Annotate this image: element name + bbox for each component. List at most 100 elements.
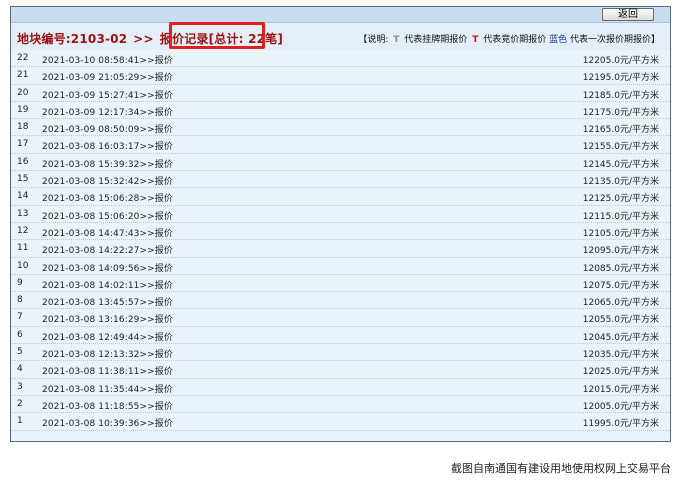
list-item: 9 2021-03-08 14:02:11>>报价 12075.0元/平方米 xyxy=(11,275,670,293)
bidding-description: 代表竞价期报价 xyxy=(483,35,547,45)
bid-time: 2021-03-08 15:39:32>>报价 xyxy=(42,159,173,170)
records-header: 地块编号:2103-02 >> 报价记录[总计: 22笔] 【说明: T 代表挂牌期… xyxy=(11,22,670,50)
highlight-box xyxy=(169,22,265,49)
list-item: 3 2021-03-08 11:35:44>>报价 12015.0元/平方米 xyxy=(11,379,670,396)
bid-index: 17 xyxy=(17,139,29,150)
bid-index: 15 xyxy=(17,174,29,185)
bid-price: 12095.0元/平方米 xyxy=(582,246,659,257)
bid-index: 11 xyxy=(17,243,29,254)
list-item: 12 2021-03-08 14:47:43>>报价 12105.0元/平方米 xyxy=(11,223,670,241)
bid-index: 14 xyxy=(17,191,29,202)
legend-prefix: 【说明: xyxy=(358,35,389,45)
bid-price: 12125.0元/平方米 xyxy=(582,194,659,205)
blue-label: 蓝色 xyxy=(549,35,568,45)
bid-index: 8 xyxy=(17,295,23,306)
bid-time: 2021-03-08 15:32:42>>报价 xyxy=(42,177,173,188)
bid-price: 12145.0元/平方米 xyxy=(582,159,659,170)
listing-marker-icon: T xyxy=(393,35,400,45)
bid-price: 11995.0元/平方米 xyxy=(582,419,659,430)
list-item: 10 2021-03-08 14:09:56>>报价 12085.0元/平方米 xyxy=(11,258,670,275)
list-item: 22 2021-03-10 08:58:41>>报价 12205.0元/平方米 xyxy=(11,50,670,68)
bid-index: 22 xyxy=(17,53,29,63)
bid-record-panel: 返回 地块编号:2103-02 >> 报价记录[总计: 22笔] 【说明: T 代表… xyxy=(10,6,671,442)
bid-index: 21 xyxy=(17,70,29,81)
bid-price: 12075.0元/平方米 xyxy=(582,280,659,291)
list-item: 21 2021-03-09 21:05:29>>报价 12195.0元/平方米 xyxy=(11,67,670,85)
list-item: 8 2021-03-08 13:45:57>>报价 12065.0元/平方米 xyxy=(11,292,670,310)
bid-time: 2021-03-08 14:47:43>>报价 xyxy=(42,228,173,239)
legend: 【说明: T 代表挂牌期报价 T 代表竞价期报价 蓝色 代表一次报价期报价】 xyxy=(358,32,660,45)
bid-index: 12 xyxy=(17,225,29,236)
bid-index: 9 xyxy=(17,277,23,288)
bid-time: 2021-03-08 14:22:27>>报价 xyxy=(42,246,173,257)
bid-time: 2021-03-08 11:35:44>>报价 xyxy=(42,384,173,395)
bid-index: 10 xyxy=(17,260,29,271)
list-item: 14 2021-03-08 15:06:28>>报价 12125.0元/平方米 xyxy=(11,188,670,206)
bid-time: 2021-03-08 12:13:32>>报价 xyxy=(42,350,173,361)
list-item: 4 2021-03-08 11:38:11>>报价 12025.0元/平方米 xyxy=(11,361,670,379)
list-item: 2 2021-03-08 11:18:55>>报价 12005.0元/平方米 xyxy=(11,396,670,414)
bid-price: 12135.0元/平方米 xyxy=(582,177,659,188)
bid-time: 2021-03-08 14:02:11>>报价 xyxy=(42,280,173,291)
source-caption: 截图自南通国有建设用地使用权网上交易平台 xyxy=(451,462,671,475)
bid-time: 2021-03-09 15:27:41>>报价 xyxy=(42,90,173,101)
list-item: 15 2021-03-08 15:32:42>>报价 12135.0元/平方米 xyxy=(11,171,670,189)
bid-time: 2021-03-08 13:45:57>>报价 xyxy=(42,298,173,309)
blue-description: 代表一次报价期报价】 xyxy=(569,35,660,45)
bid-time: 2021-03-08 14:09:56>>报价 xyxy=(42,263,173,274)
bid-index: 18 xyxy=(17,122,29,133)
bid-index: 20 xyxy=(17,87,29,98)
bid-time: 2021-03-10 08:58:41>>报价 xyxy=(42,56,173,66)
list-item: 20 2021-03-09 15:27:41>>报价 12185.0元/平方米 xyxy=(11,85,670,102)
bid-index: 13 xyxy=(17,208,29,219)
bid-price: 12165.0元/平方米 xyxy=(582,125,659,136)
bid-price: 12015.0元/平方米 xyxy=(582,384,659,395)
bid-price: 12025.0元/平方米 xyxy=(582,367,659,378)
bid-price: 12105.0元/平方米 xyxy=(582,228,659,239)
bid-price: 12195.0元/平方米 xyxy=(582,73,659,84)
bid-time: 2021-03-08 10:39:36>>报价 xyxy=(42,419,173,430)
bid-index: 7 xyxy=(17,312,23,323)
title-arrow: >> xyxy=(133,32,154,46)
bid-index: 5 xyxy=(17,347,23,358)
bid-index: 2 xyxy=(17,398,23,409)
bid-price: 12005.0元/平方米 xyxy=(582,401,659,412)
plot-number-label: 地块编号:2103-02 xyxy=(17,32,128,46)
bidding-marker-icon: T xyxy=(472,35,479,45)
bid-price: 12205.0元/平方米 xyxy=(582,56,659,66)
bid-index: 16 xyxy=(17,156,29,167)
bid-time: 2021-03-08 12:49:44>>报价 xyxy=(42,332,173,343)
bid-price: 12045.0元/平方米 xyxy=(582,332,659,343)
bid-list: 22 2021-03-10 08:58:41>>报价 12205.0元/平方米 21 2… xyxy=(11,50,670,431)
bid-time: 2021-03-08 11:18:55>>报价 xyxy=(42,401,173,412)
bid-time: 2021-03-08 15:06:20>>报价 xyxy=(42,211,173,222)
top-toolbar: 返回 xyxy=(11,7,670,23)
bid-price: 12085.0元/平方米 xyxy=(582,263,659,274)
list-item: 11 2021-03-08 14:22:27>>报价 12095.0元/平方米 xyxy=(11,240,670,258)
bid-index: 3 xyxy=(17,381,23,392)
bid-time: 2021-03-08 16:03:17>>报价 xyxy=(42,142,173,153)
bid-time: 2021-03-08 15:06:28>>报价 xyxy=(42,194,173,205)
bid-index: 6 xyxy=(17,329,23,340)
list-item: 19 2021-03-09 12:17:34>>报价 12175.0元/平方米 xyxy=(11,102,670,120)
bid-index: 19 xyxy=(17,104,29,115)
listing-description: 代表挂牌期报价 xyxy=(404,35,468,45)
list-item: 5 2021-03-08 12:13:32>>报价 12035.0元/平方米 xyxy=(11,344,670,362)
bid-index: 1 xyxy=(17,416,23,427)
list-item: 16 2021-03-08 15:39:32>>报价 12145.0元/平方米 xyxy=(11,154,670,172)
list-item: 18 2021-03-09 08:50:09>>报价 12165.0元/平方米 xyxy=(11,119,670,137)
bid-time: 2021-03-08 13:16:29>>报价 xyxy=(42,315,173,326)
bid-price: 12115.0元/平方米 xyxy=(582,211,659,222)
bid-time: 2021-03-09 12:17:34>>报价 xyxy=(42,107,173,118)
bid-time: 2021-03-09 21:05:29>>报价 xyxy=(42,73,173,84)
list-item: 6 2021-03-08 12:49:44>>报价 12045.0元/平方米 xyxy=(11,327,670,345)
bid-price: 12185.0元/平方米 xyxy=(582,90,659,101)
list-item: 7 2021-03-08 13:16:29>>报价 12055.0元/平方米 xyxy=(11,309,670,327)
bid-index: 4 xyxy=(17,364,23,375)
bid-time: 2021-03-08 11:38:11>>报价 xyxy=(42,367,173,378)
bid-price: 12035.0元/平方米 xyxy=(582,350,659,361)
list-item: 1 2021-03-08 10:39:36>>报价 11995.0元/平方米 xyxy=(11,413,670,431)
list-item: 13 2021-03-08 15:06:20>>报价 12115.0元/平方米 xyxy=(11,206,670,223)
back-button[interactable]: 返回 xyxy=(602,8,654,21)
bid-price: 12155.0元/平方米 xyxy=(582,142,659,153)
